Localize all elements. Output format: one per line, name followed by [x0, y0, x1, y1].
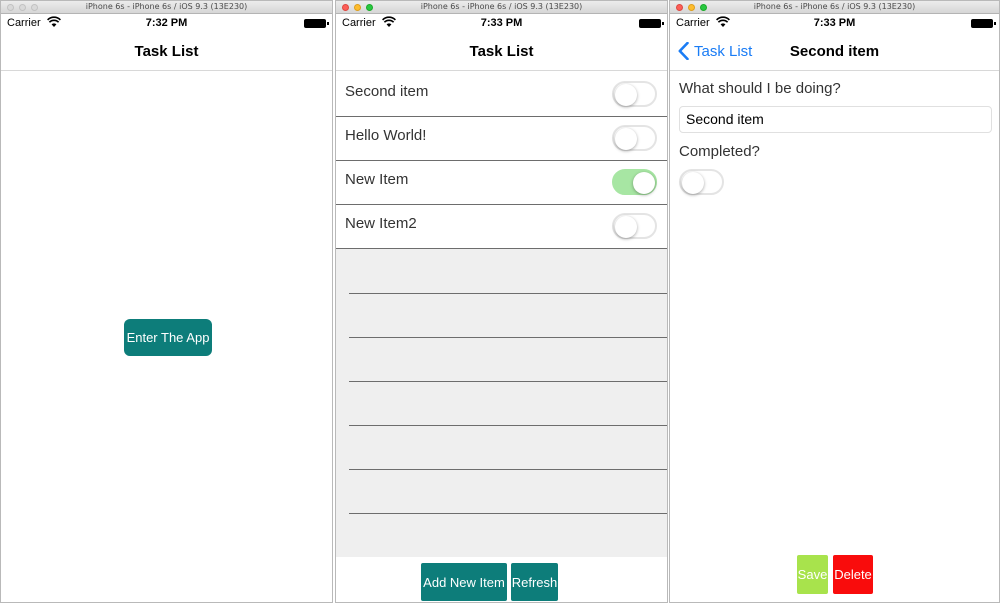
empty-row-separator: [349, 425, 667, 426]
page-title: Task List: [469, 43, 534, 60]
list-item[interactable]: New Item2: [336, 205, 667, 249]
enter-app-button[interactable]: Enter The App: [124, 319, 212, 356]
navigation-bar: Task List: [1, 33, 332, 71]
list-item-label: Hello World!: [345, 127, 427, 144]
list-item[interactable]: Hello World!: [336, 117, 667, 161]
status-time: 7:32 PM: [145, 17, 188, 29]
battery-icon: [304, 19, 329, 28]
window-title: iPhone 6s - iPhone 6s / iOS 9.3 (13E230): [85, 2, 248, 11]
switch-knob: [615, 216, 637, 238]
navigation-bar: Task List: [336, 33, 667, 71]
save-button[interactable]: Save: [797, 555, 828, 594]
window-title: iPhone 6s - iPhone 6s / iOS 9.3 (13E230): [420, 2, 583, 11]
switch-knob: [615, 128, 637, 150]
window-titlebar: iPhone 6s - iPhone 6s / iOS 9.3 (13E230): [336, 1, 667, 14]
list-item[interactable]: Second item: [336, 73, 667, 117]
page-title: Task List: [134, 43, 199, 60]
completed-switch[interactable]: [612, 81, 657, 107]
completed-label: Completed?: [679, 143, 760, 160]
simulator-window-list: iPhone 6s - iPhone 6s / iOS 9.3 (13E230)…: [335, 0, 668, 603]
list-item-label: New Item: [345, 171, 409, 188]
window-title: iPhone 6s - iPhone 6s / iOS 9.3 (13E230): [753, 2, 916, 11]
navigation-bar: Task List Second item: [670, 33, 999, 71]
battery-icon: [639, 19, 664, 28]
switch-knob: [633, 172, 655, 194]
empty-row-separator: [349, 337, 667, 338]
completed-switch[interactable]: [679, 169, 724, 195]
empty-row-separator: [349, 381, 667, 382]
task-name-input[interactable]: Second item: [679, 106, 992, 133]
battery-icon: [971, 19, 996, 28]
list-item[interactable]: New Item: [336, 161, 667, 205]
empty-row-separator: [349, 469, 667, 470]
simulator-window-home: iPhone 6s - iPhone 6s / iOS 9.3 (13E230)…: [0, 0, 333, 603]
delete-button[interactable]: Delete: [833, 555, 873, 594]
window-titlebar: iPhone 6s - iPhone 6s / iOS 9.3 (13E230): [670, 1, 999, 14]
switch-knob: [615, 84, 637, 106]
page-title: Second item: [789, 43, 880, 60]
status-time: 7:33 PM: [480, 17, 523, 29]
list-item-label: New Item2: [345, 215, 417, 232]
add-new-item-button[interactable]: Add New Item: [421, 563, 507, 601]
list-footer: Add New Item Refresh: [336, 557, 667, 602]
status-bar: Carrier 7:33 PM: [670, 15, 999, 33]
simulator-window-detail: iPhone 6s - iPhone 6s / iOS 9.3 (13E230)…: [669, 0, 1000, 603]
refresh-button[interactable]: Refresh: [511, 563, 558, 601]
completed-switch[interactable]: [612, 213, 657, 239]
completed-switch[interactable]: [612, 125, 657, 151]
task-list[interactable]: Second item Hello World! New Item New It…: [336, 73, 667, 559]
list-item-label: Second item: [345, 83, 429, 100]
completed-switch[interactable]: [612, 169, 657, 195]
status-bar: Carrier 7:32 PM: [1, 15, 332, 33]
status-time: 7:33 PM: [813, 17, 856, 29]
empty-row-separator: [349, 513, 667, 514]
window-titlebar: iPhone 6s - iPhone 6s / iOS 9.3 (13E230): [1, 1, 332, 14]
status-bar: Carrier 7:33 PM: [336, 15, 667, 33]
task-name-label: What should I be doing?: [679, 80, 841, 97]
empty-row-separator: [349, 293, 667, 294]
switch-knob: [682, 172, 704, 194]
